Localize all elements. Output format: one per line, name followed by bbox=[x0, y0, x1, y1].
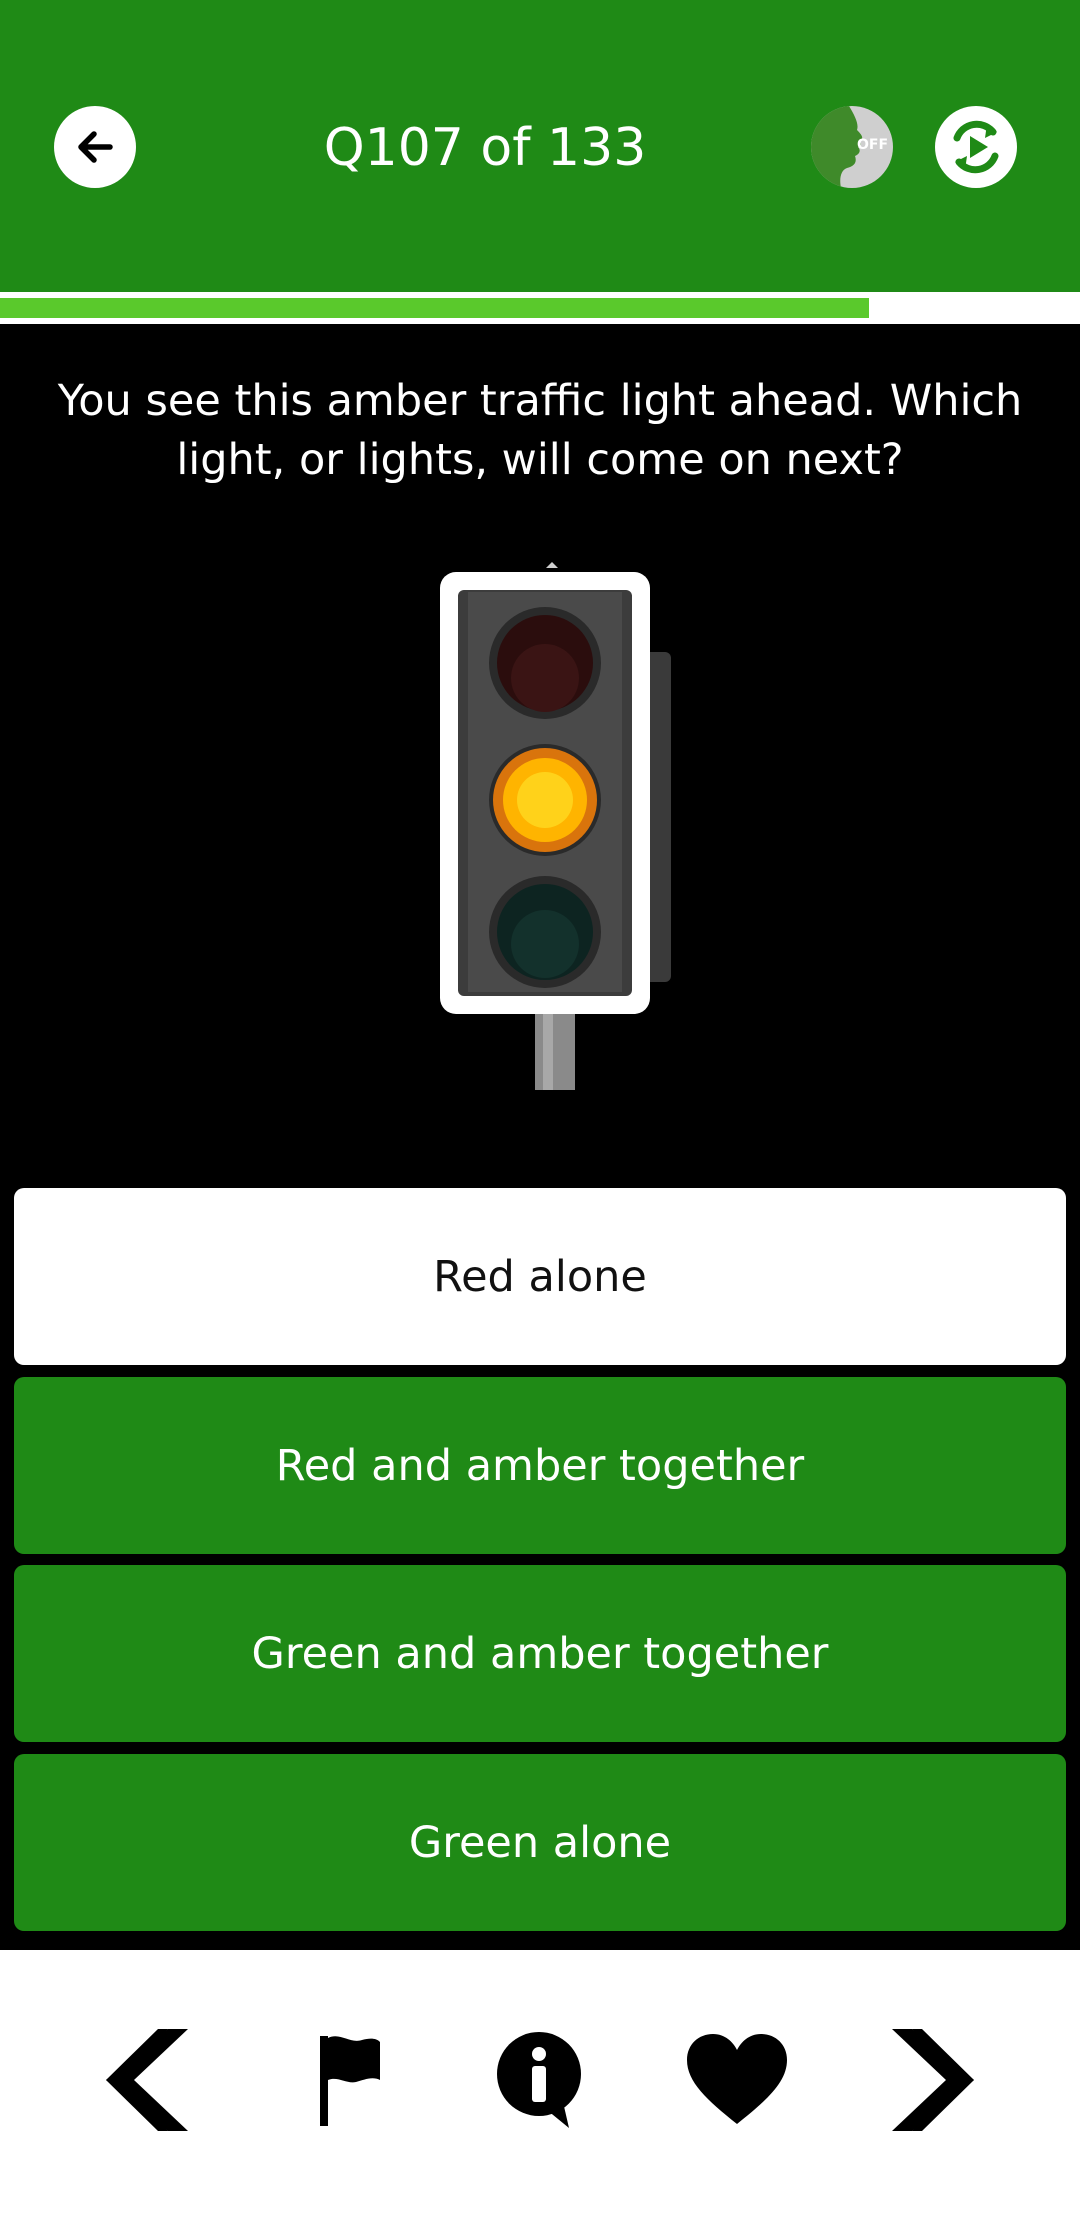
progress-bar-fill bbox=[0, 298, 870, 318]
answer-option[interactable]: Green alone bbox=[14, 1754, 1066, 1931]
heart-icon bbox=[687, 2034, 787, 2124]
info-button[interactable] bbox=[479, 2020, 599, 2140]
flag-icon bbox=[320, 2036, 380, 2126]
info-icon bbox=[497, 2032, 581, 2128]
header-bar: Q107 of 133 OFF bbox=[0, 0, 1080, 292]
next-button[interactable] bbox=[876, 2020, 996, 2140]
back-button[interactable] bbox=[54, 106, 136, 188]
flag-button[interactable] bbox=[286, 2020, 406, 2140]
next-icon bbox=[892, 2029, 974, 2131]
answer-option[interactable]: Green and amber together bbox=[14, 1565, 1066, 1742]
answer-label: Green alone bbox=[408, 1817, 672, 1868]
answer-label: Green and amber together bbox=[251, 1628, 829, 1679]
answer-option[interactable]: Red alone bbox=[14, 1188, 1066, 1365]
arrow-left-icon bbox=[78, 131, 113, 163]
answer-option[interactable]: Red and amber together bbox=[14, 1377, 1066, 1554]
page-title: Q107 of 133 bbox=[323, 118, 647, 178]
quiz-screen: Q107 of 133 OFF You see this amber traff… bbox=[0, 0, 1080, 2220]
previous-icon bbox=[106, 2029, 188, 2131]
favorite-button[interactable] bbox=[677, 2020, 797, 2140]
answer-label: Red alone bbox=[433, 1251, 647, 1302]
restart-button[interactable] bbox=[935, 106, 1017, 188]
previous-button[interactable] bbox=[84, 2020, 204, 2140]
traffic-light-image bbox=[428, 560, 688, 1090]
progress-bar bbox=[0, 292, 1080, 324]
voice-toggle-button[interactable]: OFF bbox=[811, 106, 893, 188]
traffic-light-amber-icon bbox=[440, 562, 671, 1090]
answer-label: Red and amber together bbox=[275, 1440, 805, 1491]
restart-play-icon bbox=[953, 120, 999, 174]
question-text: You see this amber traffic light ahead. … bbox=[57, 376, 1023, 485]
voice-state-label: OFF bbox=[857, 137, 889, 153]
